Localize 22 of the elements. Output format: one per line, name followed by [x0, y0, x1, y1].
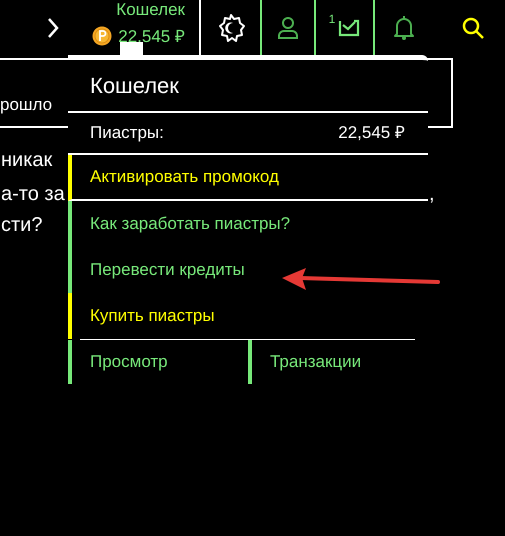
- mail-icon[interactable]: [336, 18, 360, 38]
- background-text: никак: [1, 150, 52, 170]
- menu-item[interactable]: Активировать промокод: [68, 155, 428, 201]
- menu-item[interactable]: Как заработать пиастры?: [68, 201, 428, 247]
- balance-value: 22,545 ₽: [338, 122, 405, 144]
- bell-icon[interactable]: [393, 16, 415, 40]
- popup-title: Кошелек: [90, 72, 179, 100]
- background-text: а-то за: [1, 184, 65, 204]
- wallet-label: Кошелек: [116, 1, 185, 18]
- chevron-right-icon[interactable]: [47, 16, 59, 38]
- user-icon[interactable]: [277, 16, 299, 40]
- background-text: ,: [429, 184, 435, 204]
- wallet-button[interactable]: Кошелек 22,545 ₽: [85, 0, 199, 55]
- footer-tab[interactable]: Просмотр: [68, 340, 248, 384]
- background-text: сти?: [1, 215, 42, 235]
- background-text: рошло: [0, 96, 52, 113]
- footer-tab[interactable]: Транзакции: [248, 340, 428, 384]
- balance-label: Пиастры:: [90, 122, 164, 144]
- coin-icon: [92, 26, 112, 46]
- mail-count: 1: [328, 11, 336, 28]
- wallet-balance: 22,545 ₽: [118, 28, 185, 44]
- search-icon[interactable]: [461, 16, 485, 40]
